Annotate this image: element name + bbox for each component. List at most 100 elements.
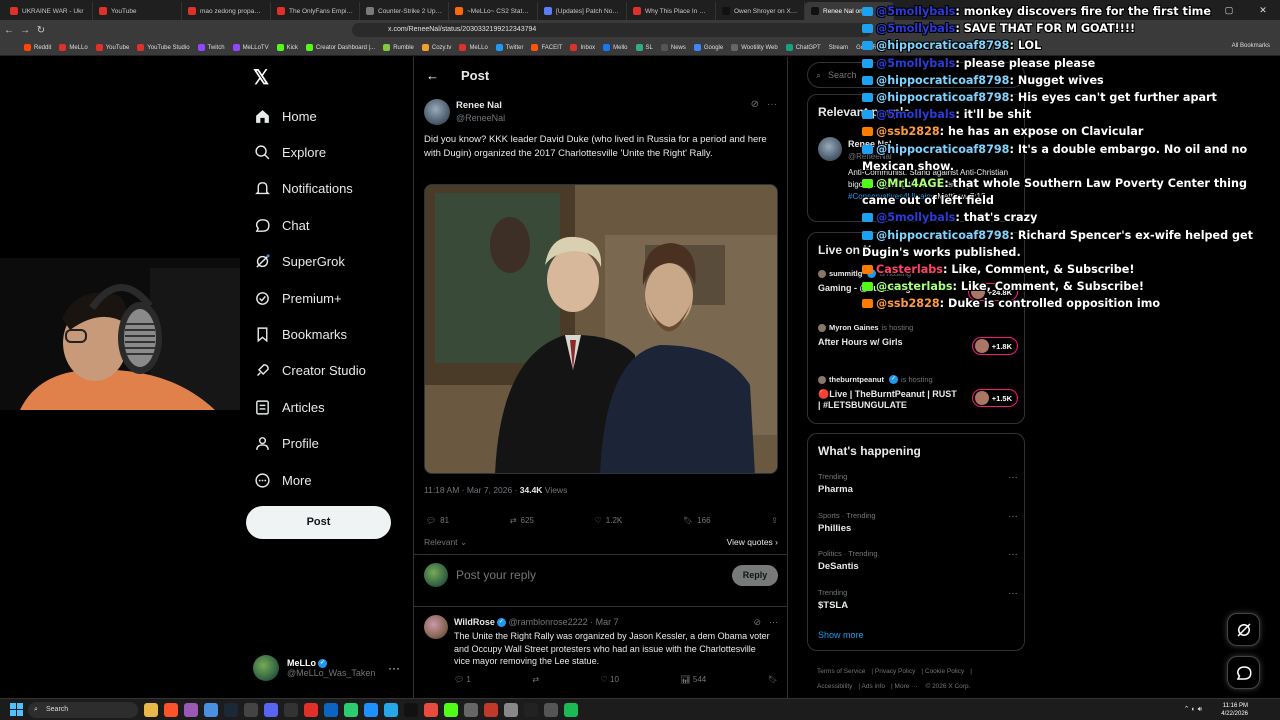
bookmark-item[interactable]: MeLLo [59, 44, 88, 51]
app-icon[interactable] [144, 703, 158, 717]
browser-tab[interactable]: [Updates] Patch Notes V [538, 2, 627, 20]
app-icon[interactable] [404, 703, 418, 717]
browser-tab[interactable]: Counter-Strike 2 Update [360, 2, 449, 20]
post-photo[interactable] [424, 184, 778, 474]
reply-action[interactable]: 💬︎ 1 [454, 675, 471, 684]
footer-link[interactable]: Ads info [862, 683, 886, 690]
author-handle[interactable]: @ReneeNal [456, 113, 505, 123]
like-action[interactable]: ♡ 1.2K [595, 516, 623, 525]
app-icon[interactable] [444, 703, 458, 717]
messages-fab-button[interactable] [1227, 656, 1260, 689]
browser-tab[interactable]: Owen Shroyer on X: "All [716, 2, 805, 20]
back-arrow-icon[interactable]: ← [426, 68, 439, 83]
browser-tab[interactable]: The OnlyFans Empire is [271, 2, 360, 20]
more-options-icon[interactable]: ··· [767, 99, 777, 110]
view-quotes-link[interactable]: View quotes › [727, 537, 778, 548]
bookmark-item[interactable]: Mello [603, 44, 628, 51]
browser-tab[interactable]: ~MeLLo~ CS2 Stats - FR [449, 2, 538, 20]
system-tray[interactable]: ⌃ ◐ 🔊︎ [1184, 705, 1202, 714]
nav-chat[interactable]: Chat [252, 207, 366, 243]
bookmark-item[interactable]: MeLLo [459, 44, 488, 51]
app-icon[interactable] [564, 703, 578, 717]
nav-creator-studio[interactable]: Creator Studio [252, 353, 366, 389]
bookmark-item[interactable]: Creator Dashboard |... [305, 44, 375, 51]
repost-action[interactable]: ⇄ 625 [510, 516, 534, 525]
app-icon[interactable] [264, 703, 278, 717]
app-icon[interactable] [524, 703, 538, 717]
app-icon[interactable] [344, 703, 358, 717]
app-icon[interactable] [304, 703, 318, 717]
bookmark-item[interactable]: Twitter [495, 44, 523, 51]
show-more-link[interactable]: Show more [818, 630, 864, 640]
nav-supergrok[interactable]: SuperGrok [252, 244, 366, 280]
app-icon[interactable] [384, 703, 398, 717]
app-icon[interactable] [424, 703, 438, 717]
nav-articles[interactable]: Articles [252, 389, 366, 425]
trend-item[interactable]: Sports · Trending Phillies ··· [818, 511, 1018, 534]
windows-start-icon[interactable] [10, 703, 23, 716]
bookmark-item[interactable]: FACEIT [531, 44, 562, 51]
nav-more[interactable]: More [252, 462, 366, 498]
nav-notifications[interactable]: Notifications [252, 171, 366, 207]
app-icon[interactable] [484, 703, 498, 717]
grok-icon[interactable]: ⊘ [751, 99, 759, 110]
app-icon[interactable] [364, 703, 378, 717]
avatar[interactable] [424, 615, 448, 639]
bookmark-item[interactable]: Reddit [24, 44, 51, 51]
views-action[interactable]: 📊︎ 544 [681, 675, 707, 684]
bookmark-item[interactable]: YouTube [95, 44, 129, 51]
live-item[interactable]: Myron Gaines is hosting After Hours w/ G… [818, 323, 1018, 355]
app-icon[interactable] [164, 703, 178, 717]
grok-fab-button[interactable] [1227, 613, 1260, 646]
app-icon[interactable] [224, 703, 238, 717]
forward-arrow-icon[interactable]: → [18, 25, 32, 36]
bookmark-item[interactable]: Rumble [383, 44, 414, 51]
reload-icon[interactable]: ↻ [34, 25, 48, 36]
nav-explore[interactable]: Explore [252, 134, 366, 170]
browser-tab[interactable]: mao zedong propagan [182, 2, 271, 20]
taskbar-search[interactable]: ⌕ Search [28, 702, 138, 718]
more-options-icon[interactable]: ··· [1008, 472, 1018, 483]
nav-premium[interactable]: Premium+ [252, 280, 366, 316]
bookmark-item[interactable]: Google [693, 44, 723, 51]
app-icon[interactable] [184, 703, 198, 717]
url-bar[interactable]: x.com/ReneeNal/status/203033219921234379… [352, 23, 872, 37]
reply-button[interactable]: Reply [732, 564, 778, 586]
more-options-icon[interactable]: ··· [769, 617, 778, 628]
browser-tab[interactable]: YouTube [93, 2, 182, 20]
nav-home[interactable]: Home [252, 98, 366, 134]
browser-tab[interactable]: UKRAINE WAR - Ukr [4, 2, 93, 20]
avatar[interactable] [424, 99, 450, 125]
bookmark-item[interactable]: MeLLoTV [232, 44, 269, 51]
footer-link[interactable]: Privacy Policy [875, 668, 915, 675]
account-more-icon[interactable]: ··· [388, 661, 400, 675]
repost-action[interactable]: ⇄ [532, 675, 539, 684]
post-button[interactable]: Post [246, 506, 391, 539]
bookmark-item[interactable]: YouTube Studio [137, 44, 190, 51]
app-icon[interactable] [544, 703, 558, 717]
footer-link[interactable]: More ··· [895, 683, 918, 690]
bookmark-item[interactable]: ChatGPT [785, 44, 821, 51]
bookmark-icon[interactable]: 🔖︎ [768, 675, 778, 684]
app-icon[interactable] [504, 703, 518, 717]
app-icon[interactable] [324, 703, 338, 717]
bookmark-item[interactable]: Inbox [570, 44, 595, 51]
bookmark-item[interactable]: Wootility Web [731, 44, 778, 51]
footer-link[interactable]: Cookie Policy [925, 668, 964, 675]
x-logo[interactable]: 𝕏 [253, 65, 269, 90]
reply-action[interactable]: 💬︎ 81 [426, 516, 449, 525]
nav-profile[interactable]: Profile [252, 426, 366, 462]
live-item[interactable]: theburntpeanut ✓ is hosting 🔴Live | TheBur… [818, 375, 1018, 411]
bookmark-item[interactable]: Kick [276, 44, 298, 51]
trend-item[interactable]: Trending $TSLA ··· [818, 588, 1018, 611]
grok-icon[interactable]: ⊘ [753, 617, 761, 628]
app-icon[interactable] [284, 703, 298, 717]
back-arrow-icon[interactable]: ← [2, 25, 16, 36]
bookmark-item[interactable]: SL [635, 44, 653, 51]
app-icon[interactable] [464, 703, 478, 717]
app-icon[interactable] [244, 703, 258, 717]
author-name[interactable]: Renee Nal [456, 100, 505, 111]
bookmark-item[interactable]: Twitch [197, 44, 225, 51]
trend-item[interactable]: Trending Pharma ··· [818, 472, 1018, 495]
browser-tab[interactable]: Why This Place In Red D [627, 2, 716, 20]
